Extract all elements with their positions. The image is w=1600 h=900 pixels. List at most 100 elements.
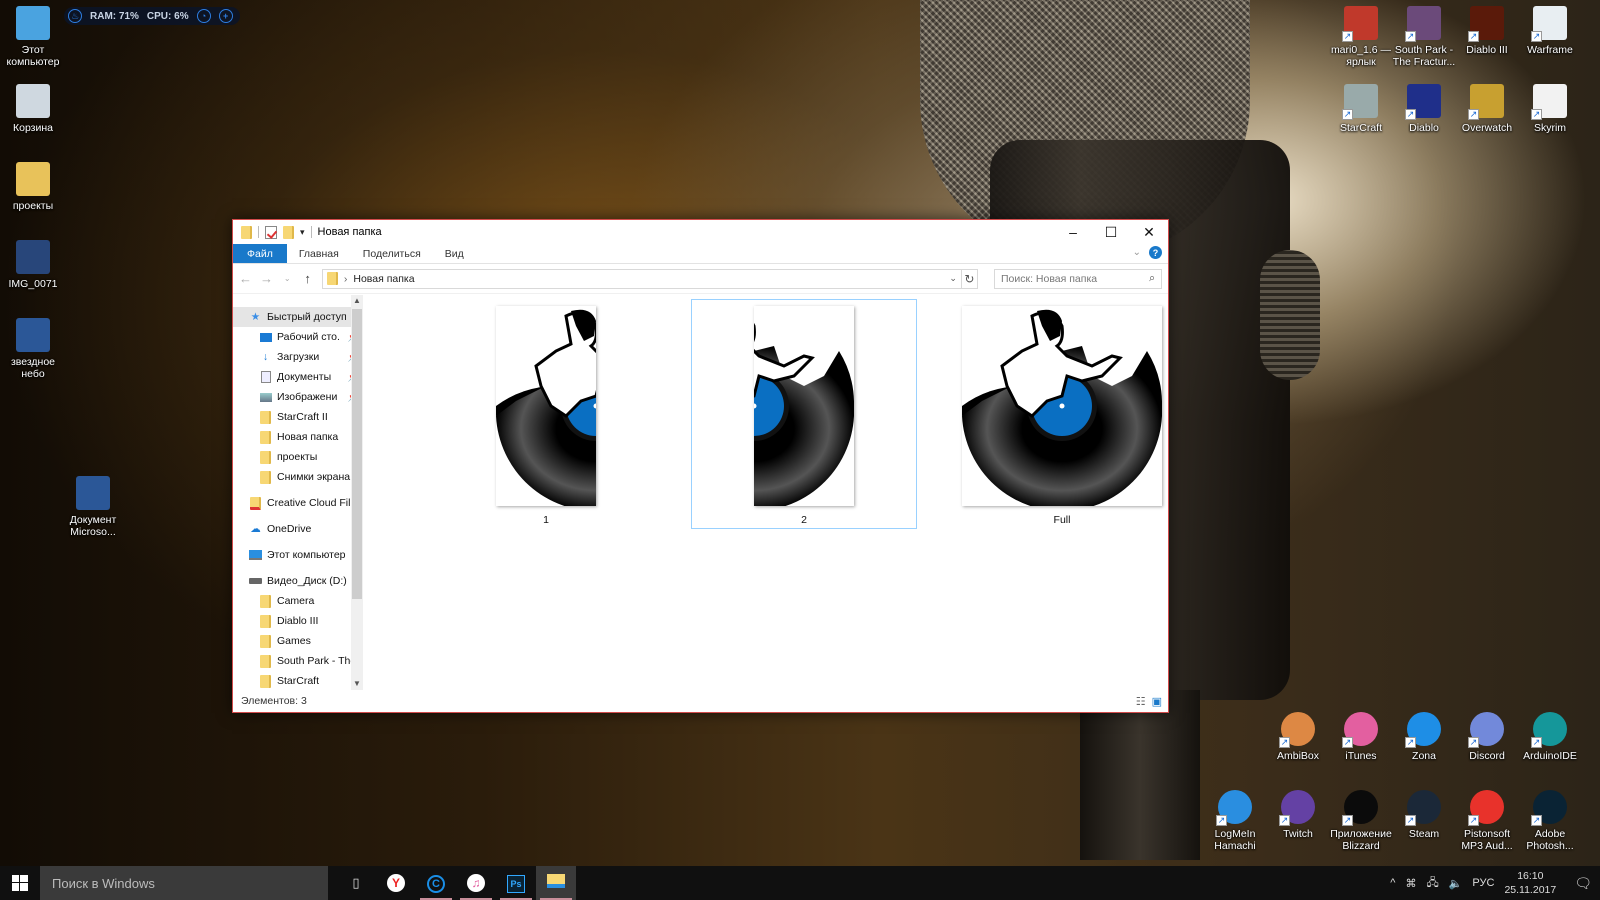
desktop-shortcut[interactable]: ↗ Warframe (1517, 6, 1583, 56)
details-view-button[interactable]: ☷ (1136, 695, 1146, 708)
desktop-shortcut[interactable]: ↗ Discord (1454, 712, 1520, 762)
desktop-shortcut[interactable]: ↗ Steam (1391, 790, 1457, 840)
back-button[interactable]: ← (239, 271, 252, 286)
breadcrumb-current[interactable]: Новая папка (353, 273, 943, 285)
desktop-icon-computer[interactable]: Этот компьютер (0, 6, 66, 68)
zona-icon: ↗ (1405, 712, 1441, 748)
desktop-shortcut[interactable]: ↗ Overwatch (1454, 84, 1520, 134)
nav-item[interactable]: Изображени📌 (233, 387, 363, 407)
nav-item[interactable]: Creative Cloud Fil (233, 493, 363, 513)
help-icon[interactable]: ? (1149, 246, 1162, 259)
nav-item[interactable]: проекты (233, 447, 363, 467)
forward-button[interactable]: → (260, 271, 273, 286)
network-icon[interactable]: 🖧 (1426, 874, 1438, 893)
network-adapter-icon[interactable]: ⌘ (1405, 877, 1416, 890)
up-button[interactable]: ↑ (301, 271, 313, 286)
nav-scrollbar[interactable]: ▲ ▼ (351, 295, 363, 690)
desktop-icon-label: Twitch (1283, 828, 1313, 840)
cleanup-icon[interactable]: ♨ (68, 9, 82, 23)
search-input[interactable]: Поиск: Новая папка ⌕ (993, 268, 1162, 289)
desktop-shortcut[interactable]: ↗ AmbiBox (1265, 712, 1331, 762)
action-center-icon[interactable]: 🗨 (1574, 875, 1592, 892)
properties-icon[interactable] (265, 225, 277, 239)
desktop-icon-label: Steam (1408, 828, 1440, 840)
nav-item[interactable]: Games (233, 631, 363, 651)
desktop-shortcut[interactable]: ↗ iTunes (1328, 712, 1394, 762)
scroll-down-icon[interactable]: ▼ (351, 678, 363, 690)
scroll-up-icon[interactable]: ▲ (351, 295, 363, 307)
desktop-shortcut[interactable]: ↗ ArduinoIDE (1517, 712, 1583, 762)
new-folder-icon[interactable] (283, 225, 294, 239)
nav-item[interactable]: Видео_Диск (D:) (233, 571, 363, 591)
nav-item[interactable]: Diablo III (233, 611, 363, 631)
tab-view[interactable]: Вид (433, 244, 476, 263)
clock[interactable]: 16:10 25.11.2017 (1504, 869, 1556, 897)
taskbar-app-file-explorer[interactable] (536, 866, 576, 900)
desktop-shortcut[interactable]: ↗ Приложение Blizzard (1328, 790, 1394, 852)
nav-item[interactable]: StarCraft II (233, 407, 363, 427)
desktop-shortcut[interactable]: ↗ StarCraft (1328, 84, 1394, 134)
nav-item[interactable]: Снимки экрана (233, 467, 363, 487)
desktop-icon-word-document[interactable]: Документ Microso... (60, 476, 126, 538)
nav-item[interactable]: Camera (233, 591, 363, 611)
nav-item[interactable]: Рабочий сто.📌 (233, 327, 363, 347)
desktop-shortcut[interactable]: ↗ South Park - The Fractur... (1391, 6, 1457, 68)
desktop-shortcut[interactable]: ↗ Pistonsoft MP3 Aud... (1454, 790, 1520, 852)
windows-logo-icon (12, 875, 28, 891)
tab-home[interactable]: Главная (287, 244, 351, 263)
ambibox-icon: ↗ (1279, 712, 1315, 748)
nav-item[interactable]: Документы📌 (233, 367, 363, 387)
desktop-shortcut[interactable]: ↗ mari0_1.6 — ярлык (1328, 6, 1394, 68)
system-monitor-widget[interactable]: ♨ RAM: 71% CPU: 6% ◔ + (64, 7, 240, 25)
language-indicator[interactable]: РУС (1472, 877, 1494, 889)
desktop-shortcut[interactable]: ↗ Adobe Photosh... (1517, 790, 1583, 852)
desktop-shortcut[interactable]: ↗ LogMeIn Hamachi (1202, 790, 1268, 852)
file-item[interactable]: Full (949, 299, 1175, 529)
title-bar[interactable]: ▾ Новая папка – ☐ ✕ (233, 220, 1168, 244)
speedometer-icon[interactable]: ◔ (196, 9, 211, 23)
desktop-icon-word-document[interactable]: звездное небо (0, 318, 66, 380)
address-bar[interactable]: › Новая папка ⌄ (321, 268, 962, 289)
desktop-icon-image[interactable]: IMG_0071 (0, 240, 66, 290)
nav-item[interactable]: Этот компьютер (233, 545, 363, 565)
taskbar-app-ccleaner[interactable]: C (416, 866, 456, 900)
nav-item[interactable]: StarCraft (233, 671, 363, 691)
show-hidden-icons-button[interactable]: ^ (1390, 877, 1395, 889)
taskbar-app-photoshop[interactable]: Ps (496, 866, 536, 900)
desktop-icon-recycle-bin[interactable]: Корзина (0, 84, 66, 134)
taskbar-app-itunes[interactable]: ♫ (456, 866, 496, 900)
quick-access-dropdown-icon[interactable]: ▾ (300, 227, 305, 238)
desktop-icon-label: mari0_1.6 — ярлык (1330, 44, 1392, 68)
taskbar-search[interactable]: Поиск в Windows (40, 866, 328, 900)
nav-item[interactable]: ☁ OneDrive (233, 519, 363, 539)
desktop-shortcut[interactable]: ↗ Diablo III (1454, 6, 1520, 56)
nav-item[interactable]: ↓Загрузки📌 (233, 347, 363, 367)
maximize-button[interactable]: ☐ (1092, 220, 1130, 244)
close-button[interactable]: ✕ (1130, 220, 1168, 244)
tab-share[interactable]: Поделиться (351, 244, 433, 263)
ribbon-tabs: Файл Главная Поделиться Вид ⌄ ? (233, 244, 1168, 264)
file-item[interactable]: 2 (691, 299, 917, 529)
desktop-shortcut[interactable]: ↗ Diablo (1391, 84, 1457, 134)
desktop-shortcut[interactable]: ↗ Zona (1391, 712, 1457, 762)
nav-item[interactable]: Новая папка (233, 427, 363, 447)
refresh-button[interactable]: ↻ (961, 268, 978, 289)
expand-ribbon-icon[interactable]: ⌄ (1133, 247, 1141, 258)
scrollbar-thumb[interactable] (352, 309, 362, 599)
tab-file[interactable]: Файл (233, 244, 287, 263)
file-item[interactable]: 1 (433, 299, 659, 529)
nav-item[interactable]: ★ Быстрый доступ (233, 307, 363, 327)
desktop-shortcut[interactable]: ↗ Twitch (1265, 790, 1331, 840)
recent-locations-dropdown[interactable]: ⌄ (281, 274, 293, 283)
add-icon[interactable]: + (218, 9, 233, 23)
start-button[interactable] (0, 866, 40, 900)
taskbar-app-yandex-browser[interactable]: Y (376, 866, 416, 900)
address-dropdown-icon[interactable]: ⌄ (949, 273, 957, 284)
desktop-shortcut[interactable]: ↗ Skyrim (1517, 84, 1583, 134)
large-icons-view-button[interactable]: ▣ (1152, 695, 1162, 708)
desktop-icon-folder[interactable]: проекты (0, 162, 66, 212)
nav-item[interactable]: South Park - The (233, 651, 363, 671)
minimize-button[interactable]: – (1054, 220, 1092, 244)
volume-icon[interactable]: 🔈 (1449, 877, 1463, 890)
taskbar-app-task-view[interactable]: ▯ (336, 866, 376, 900)
